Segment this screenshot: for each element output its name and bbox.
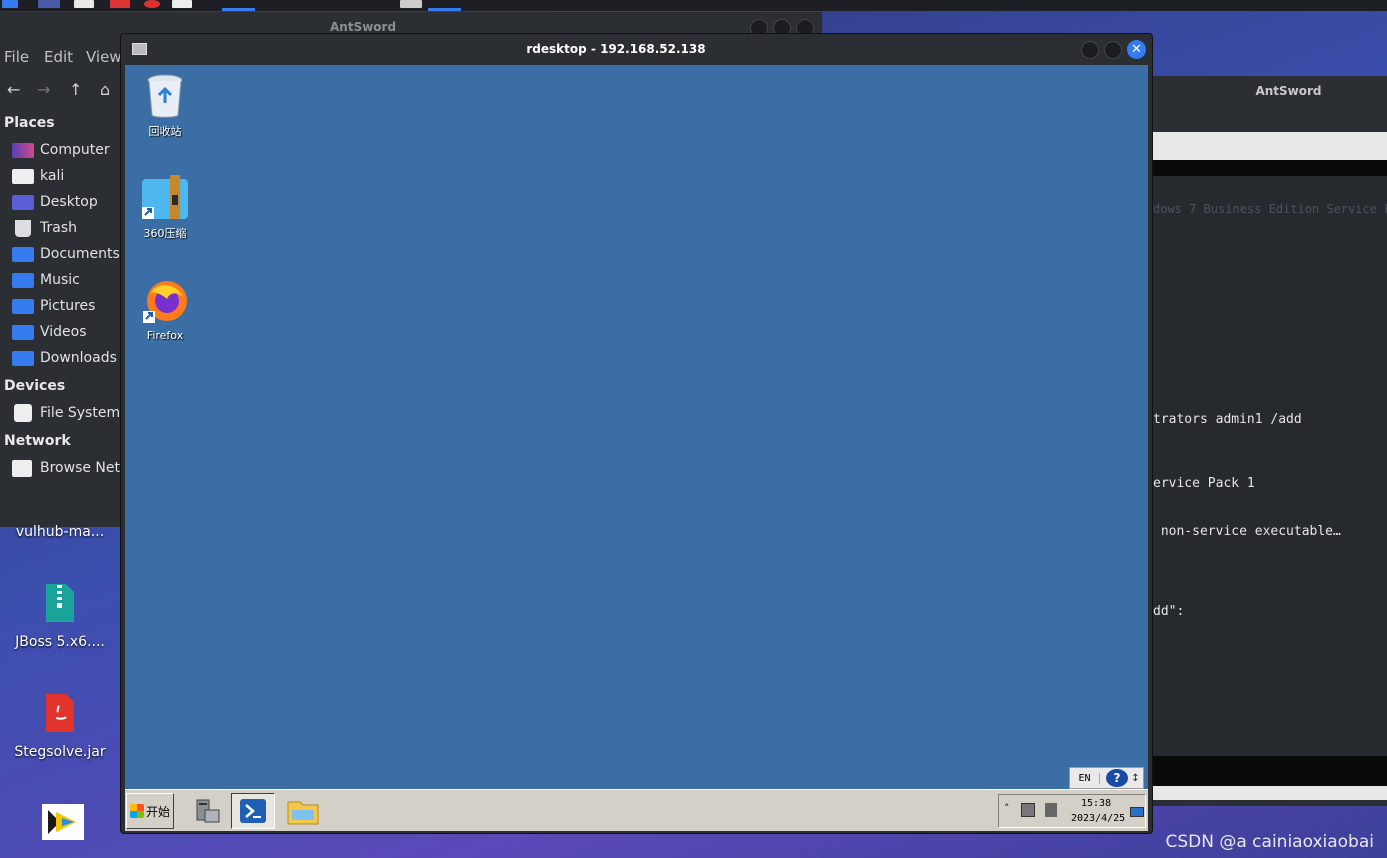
- title-bar[interactable]: rdesktop - 192.168.52.138 ✕: [121, 34, 1152, 64]
- file-manager-icon[interactable]: [74, 0, 94, 8]
- app-icon: [48, 810, 76, 834]
- windows-flag-icon: [129, 804, 144, 818]
- browser-icon[interactable]: [144, 0, 160, 8]
- desktop-icon: [12, 194, 34, 210]
- back-icon[interactable]: ←: [7, 80, 20, 99]
- top-panel: [0, 0, 1387, 11]
- network-status-icon[interactable]: [1021, 803, 1035, 817]
- desktop-icon-jboss[interactable]: JBoss 5.x6....: [0, 582, 120, 650]
- downloads-folder-icon: [12, 350, 34, 366]
- terminal-input[interactable]: [1120, 756, 1387, 786]
- sidebar-item-documents[interactable]: Documents: [12, 243, 120, 265]
- window-title: AntSword: [1120, 76, 1387, 130]
- home-folder-icon: [12, 168, 34, 184]
- folder-icon: [287, 801, 319, 825]
- address-bar[interactable]: [1120, 132, 1387, 160]
- watermark: CSDN @a cainiaoxiaobai: [1165, 832, 1374, 852]
- server-manager-icon: [196, 799, 220, 823]
- system-tray: ˄ 15:38 2023/4/25: [998, 794, 1146, 828]
- clock-date[interactable]: 2023/4/25: [1071, 813, 1125, 824]
- section-devices: Devices: [4, 378, 66, 394]
- sidebar-item-videos[interactable]: Videos: [12, 321, 87, 343]
- sidebar-item-browse-network[interactable]: Browse Netw: [12, 457, 131, 479]
- task-icon[interactable]: [400, 0, 422, 8]
- show-desktop-icon[interactable]: [1130, 807, 1144, 817]
- show-hidden-icons-icon[interactable]: ˄: [1004, 802, 1010, 815]
- terminal-line: dd":: [1153, 604, 1185, 619]
- minimize-button[interactable]: [1081, 41, 1099, 59]
- pictures-folder-icon: [12, 298, 34, 314]
- powershell-button[interactable]: [231, 793, 275, 829]
- terminal-icon[interactable]: [172, 0, 192, 8]
- status-bar: [1120, 786, 1387, 800]
- antsword-window-right: AntSword dows 7 Business Edition Service…: [1120, 76, 1387, 806]
- desktop-icon-vulhub[interactable]: vulhub-ma...: [0, 524, 120, 540]
- kali-menu-icon[interactable]: [2, 0, 18, 8]
- start-button[interactable]: 开始: [126, 793, 174, 829]
- recycle-bin-shortcut[interactable]: 回收站: [135, 73, 195, 139]
- sidebar-item-downloads[interactable]: Downloads: [12, 347, 117, 369]
- network-icon: [12, 459, 32, 477]
- tab-strip: [1120, 160, 1387, 176]
- sidebar-item-filesystem[interactable]: File System: [12, 402, 120, 424]
- windows-taskbar: 开始 ˄ 15:38 2023/4/25: [125, 789, 1148, 831]
- window-title: rdesktop - 192.168.52.138: [526, 42, 706, 56]
- music-folder-icon: [12, 272, 34, 288]
- menu-edit[interactable]: Edit: [44, 48, 73, 66]
- archive-file-icon: [46, 584, 74, 622]
- menu-view[interactable]: View: [86, 48, 122, 66]
- volume-muted-icon[interactable]: [1045, 803, 1057, 817]
- terminal-line: non-service executable…: [1153, 524, 1341, 539]
- sidebar-item-kali[interactable]: kali: [12, 165, 64, 187]
- section-places: Places: [4, 115, 55, 131]
- help-icon[interactable]: ?: [1106, 769, 1128, 787]
- server-manager-button[interactable]: [186, 793, 230, 829]
- terminal-line: ervice Pack 1: [1153, 476, 1255, 491]
- clock-time[interactable]: 15:38: [1081, 798, 1111, 809]
- home-icon[interactable]: ⌂: [100, 80, 110, 99]
- rdesktop-window: rdesktop - 192.168.52.138 ✕ 回收站 360压缩 Fi…: [120, 33, 1153, 834]
- toolbar: ← → ↑ ⌂: [0, 72, 122, 108]
- powershell-icon: [240, 799, 266, 823]
- editor-icon[interactable]: [110, 0, 130, 8]
- remote-desktop[interactable]: 回收站 360压缩 Firefox: [125, 65, 1148, 789]
- java-file-icon: [46, 694, 74, 732]
- desktop-icon-vscode[interactable]: [42, 804, 84, 840]
- menu-file[interactable]: File: [4, 48, 29, 66]
- recycle-bin-icon: [147, 74, 183, 118]
- terminal-line: dows 7 Business Edition Service P: [1153, 202, 1387, 216]
- trash-icon: [15, 219, 31, 237]
- up-icon[interactable]: ↑: [69, 80, 82, 99]
- language-bar[interactable]: EN ? ↕: [1069, 767, 1144, 789]
- menu-bar: File Edit View: [0, 42, 122, 72]
- documents-folder-icon: [12, 246, 34, 262]
- close-button[interactable]: ✕: [1127, 40, 1146, 59]
- workspace-icon[interactable]: [38, 0, 60, 8]
- file-manager-window: File Edit View ← → ↑ ⌂ Places Computer k…: [0, 42, 131, 527]
- explorer-button[interactable]: [281, 793, 325, 829]
- language-indicator[interactable]: EN: [1070, 772, 1100, 784]
- terminal-line: trators admin1 /add: [1153, 412, 1302, 427]
- window-title: AntSword: [330, 20, 397, 34]
- sidebar-item-desktop[interactable]: Desktop: [12, 191, 98, 213]
- firefox-shortcut[interactable]: Firefox: [135, 279, 195, 342]
- section-network: Network: [4, 433, 71, 449]
- active-task-indicator[interactable]: [428, 8, 461, 11]
- sidebar-item-computer[interactable]: Computer: [12, 139, 110, 161]
- forward-icon[interactable]: →: [37, 80, 50, 99]
- zip-archive-icon: [142, 175, 188, 219]
- langbar-options-icon[interactable]: ↕: [1128, 773, 1143, 784]
- desktop-icon-stegsolve[interactable]: Stegsolve.jar: [0, 692, 120, 760]
- terminal-output[interactable]: dows 7 Business Edition Service P trator…: [1120, 176, 1387, 756]
- drive-icon: [14, 404, 32, 422]
- sidebar-item-pictures[interactable]: Pictures: [12, 295, 95, 317]
- sidebar-item-music[interactable]: Music: [12, 269, 80, 291]
- computer-icon: [12, 142, 34, 158]
- videos-folder-icon: [12, 324, 34, 340]
- firefox-icon: [143, 281, 187, 323]
- maximize-button[interactable]: [1104, 41, 1122, 59]
- active-task-indicator[interactable]: [222, 8, 255, 11]
- 360zip-shortcut[interactable]: 360压缩: [135, 175, 195, 241]
- sidebar-item-trash[interactable]: Trash: [12, 217, 77, 239]
